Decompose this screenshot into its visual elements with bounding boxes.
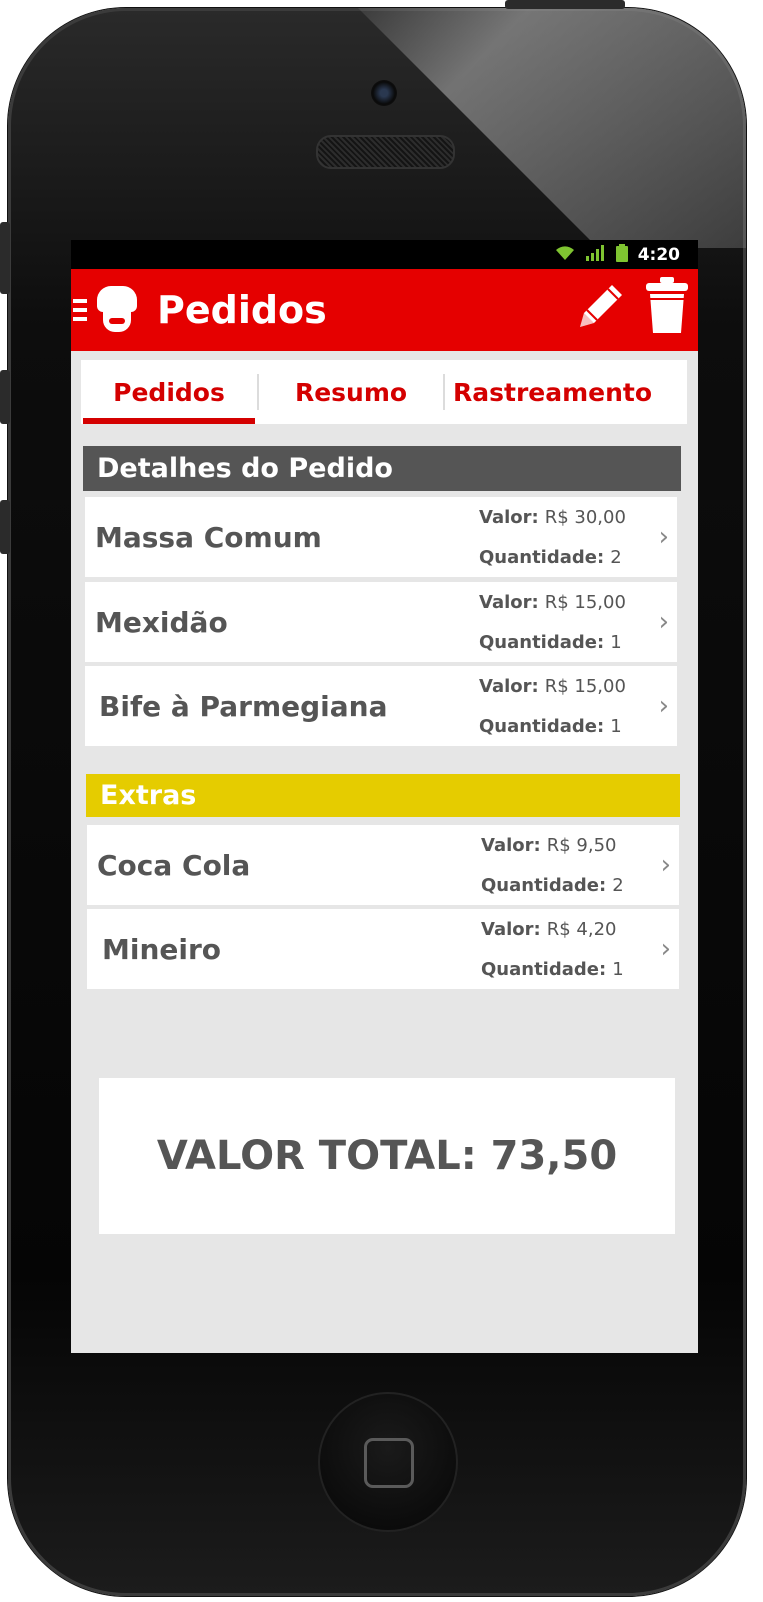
item-name: Bife à Parmegiana	[99, 689, 388, 723]
app-bar: Pedidos	[71, 269, 698, 351]
chevron-right-icon: ›	[658, 607, 669, 637]
quantity-label: Quantidade:	[481, 959, 607, 980]
status-time: 4:20	[637, 244, 680, 265]
item-quantity: 1	[612, 959, 624, 980]
chevron-right-icon: ›	[660, 850, 671, 880]
wifi-icon	[554, 245, 576, 265]
value-label: Valor:	[481, 919, 541, 940]
item-name: Mexidão	[95, 605, 228, 639]
item-quantity: 2	[612, 875, 624, 896]
extra-item-mineiro[interactable]: Mineiro Valor: R$ 4,20 Quantidade: 1 ›	[87, 909, 679, 989]
chevron-right-icon: ›	[660, 934, 671, 964]
order-item-bife-parmegiana[interactable]: Bife à Parmegiana Valor: R$ 15,00 Quantid…	[85, 666, 677, 746]
quantity-label: Quantidade:	[479, 716, 605, 737]
app-screen: 4:20 Pedidos Pedidos Resumo Rastreamento…	[71, 240, 698, 1353]
item-name: Mineiro	[102, 932, 222, 966]
order-item-massa-comum[interactable]: Massa Comum Valor: R$ 30,00 Quantidade: 2 …	[85, 497, 677, 577]
quantity-label: Quantidade:	[479, 632, 605, 653]
screen-glare	[358, 8, 746, 248]
value-label: Valor:	[481, 835, 541, 856]
edit-pencil-icon[interactable]	[574, 279, 628, 337]
value-label: Valor:	[479, 676, 539, 697]
item-value: R$ 15,00	[544, 676, 626, 697]
item-value: R$ 30,00	[544, 507, 626, 528]
volume-down-button	[0, 500, 10, 554]
quantity-label: Quantidade:	[481, 875, 607, 896]
item-value: R$ 4,20	[546, 919, 617, 940]
home-button[interactable]	[318, 1392, 458, 1532]
total-value-box: VALOR TOTAL: 73,50	[99, 1078, 675, 1234]
chevron-right-icon: ›	[658, 691, 669, 721]
item-quantity: 1	[610, 632, 622, 653]
item-value: R$ 9,50	[546, 835, 617, 856]
order-item-mexidao[interactable]: Mexidão Valor: R$ 15,00 Quantidade: 1 ›	[85, 582, 677, 662]
tab-pedidos[interactable]: Pedidos	[81, 360, 257, 424]
quantity-label: Quantidade:	[479, 547, 605, 568]
chevron-right-icon: ›	[658, 522, 669, 552]
battery-icon	[615, 243, 628, 266]
front-camera	[371, 80, 397, 106]
order-section-header: Detalhes do Pedido	[83, 446, 681, 491]
signal-icon	[585, 244, 606, 265]
home-square-icon	[364, 1438, 414, 1488]
app-title: Pedidos	[157, 288, 327, 332]
volume-up-button	[0, 370, 10, 424]
item-quantity: 2	[610, 547, 622, 568]
phone-frame: 4:20 Pedidos Pedidos Resumo Rastreamento…	[8, 8, 746, 1596]
extras-section-header: Extras	[86, 774, 680, 817]
trash-icon[interactable]	[646, 277, 688, 339]
item-name: Coca Cola	[97, 848, 251, 882]
item-quantity: 1	[610, 716, 622, 737]
chef-logo-icon[interactable]	[95, 286, 139, 334]
value-label: Valor:	[479, 592, 539, 613]
status-bar: 4:20	[71, 240, 698, 269]
earpiece-speaker	[316, 135, 455, 169]
tab-rastreamento[interactable]: Rastreamento	[445, 360, 685, 424]
item-value: R$ 15,00	[544, 592, 626, 613]
power-button	[505, 0, 625, 9]
value-label: Valor:	[479, 507, 539, 528]
tab-resumo[interactable]: Resumo	[259, 360, 443, 424]
menu-icon[interactable]	[73, 294, 87, 326]
item-name: Massa Comum	[95, 520, 322, 554]
mute-switch	[0, 222, 10, 294]
extra-item-coca-cola[interactable]: Coca Cola Valor: R$ 9,50 Quantidade: 2 ›	[87, 825, 679, 905]
tab-bar: Pedidos Resumo Rastreamento	[81, 360, 687, 424]
